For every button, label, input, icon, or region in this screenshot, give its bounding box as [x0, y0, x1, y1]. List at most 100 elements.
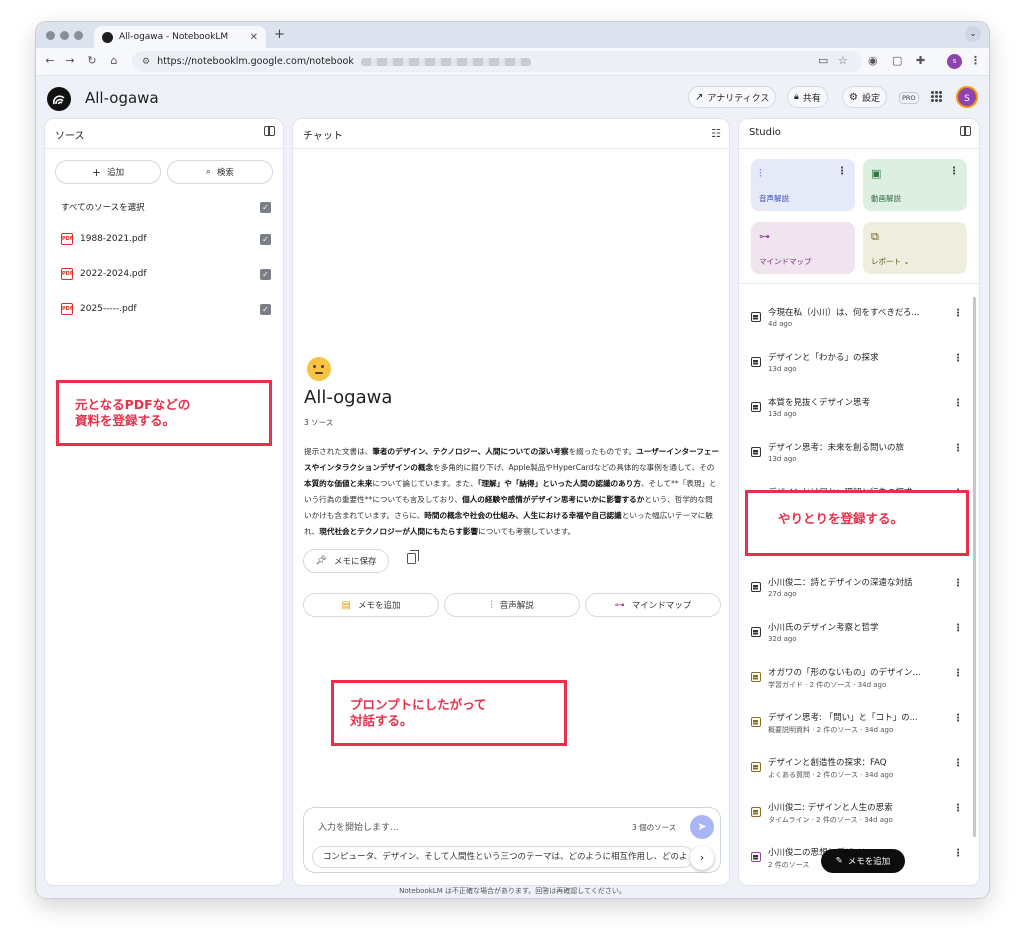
- more-vert-icon[interactable]: ⋮: [953, 623, 963, 634]
- source-checkbox[interactable]: ✓: [260, 268, 271, 280]
- suggested-question-chip[interactable]: コンピュータ、デザイン、そして人間性という三つのテーマは、どのように相互作用し、…: [312, 846, 694, 868]
- forward-icon[interactable]: →: [62, 54, 78, 67]
- note-icon: [751, 627, 761, 637]
- back-icon[interactable]: ←: [42, 54, 58, 67]
- reading-list-icon[interactable]: ▢: [892, 54, 902, 67]
- chat-input-placeholder[interactable]: 入力を開始します...: [318, 820, 399, 833]
- studio-note-item[interactable]: 小川氏のデザイン考察と哲学 32d ago ⋮: [751, 621, 963, 651]
- studio-note-item[interactable]: オガワの「形のないもの」のデザイン... 学習ガイド · 2 件のソース · 34…: [751, 666, 963, 696]
- note-title: 小川俊二：詩とデザインの深遠な対話: [768, 578, 913, 588]
- settings-button[interactable]: ⚙ 設定: [842, 86, 887, 108]
- add-source-label: 追加: [107, 168, 125, 178]
- install-app-icon[interactable]: ▭: [818, 54, 828, 67]
- google-apps-icon[interactable]: [931, 91, 942, 102]
- studio-note-item[interactable]: デザインと「わかる」の探求 13d ago ⋮: [751, 351, 963, 381]
- studio-note-item[interactable]: 小川俊二：詩とデザインの深遠な対話 27d ago ⋮: [751, 576, 963, 606]
- summary-bold: 「理解」や「納得」といった人間の認識のあり方: [477, 479, 641, 488]
- address-bar[interactable]: ⚙ https://notebooklm.google.com/notebook: [132, 51, 862, 72]
- chevron-down-icon[interactable]: ⌄: [903, 257, 909, 266]
- studio-note-item[interactable]: デザインと創造性の探求：FAQ よくある質問 · 2 件のソース · 34d ag…: [751, 756, 963, 786]
- source-checkbox[interactable]: ✓: [260, 233, 271, 245]
- extension-icon[interactable]: ◉: [868, 54, 878, 67]
- chevron-right-icon[interactable]: ›: [690, 846, 714, 870]
- source-item[interactable]: PDF 2025-----.pdf ✓: [61, 301, 271, 317]
- more-vert-icon[interactable]: ⋮: [953, 308, 963, 319]
- pdf-icon: PDF: [61, 233, 73, 245]
- chat-panel: チャット ☷ All-ogawa 3 ソース 提示された文書は、筆者のデザイン、…: [292, 118, 730, 886]
- tab-close-icon[interactable]: ✕: [250, 32, 258, 43]
- add-source-button[interactable]: + 追加: [55, 160, 161, 184]
- studio-note-item[interactable]: 小川俊二: デザインと人生の思索 タイムライン · 2 件のソース · 34d a…: [751, 801, 963, 831]
- more-vert-icon[interactable]: ⋮: [837, 166, 847, 177]
- pdf-icon: PDF: [61, 268, 73, 280]
- source-item[interactable]: PDF 2022-2024.pdf ✓: [61, 266, 271, 282]
- home-icon[interactable]: ⌂: [106, 54, 122, 67]
- pdf-icon: PDF: [61, 303, 73, 315]
- audio-overview-tile[interactable]: ⫶ ⋮ 音声解説: [751, 159, 855, 211]
- search-source-button[interactable]: ⌕ 検索: [167, 160, 273, 184]
- add-memo-button[interactable]: ✎ メモを追加: [821, 849, 905, 873]
- tile-label-text: レポート: [871, 257, 901, 266]
- add-memo-chip[interactable]: ▤ メモを追加: [303, 593, 439, 617]
- close-window-dot[interactable]: [46, 31, 55, 40]
- tab-search-chevron-icon[interactable]: ⌄: [965, 26, 981, 42]
- minimize-window-dot[interactable]: [60, 31, 69, 40]
- more-vert-icon[interactable]: ⋮: [953, 668, 963, 679]
- studio-note-item[interactable]: デザイン思考: 「問い」と「コト」の... 概要説明資料 · 2 件のソース · …: [751, 711, 963, 741]
- chat-input-box[interactable]: 入力を開始します... 3 個のソース ➤ コンピュータ、デザイン、そして人間性…: [303, 807, 721, 873]
- more-vert-icon[interactable]: ⋮: [953, 353, 963, 364]
- lock-icon: 🔒︎: [794, 92, 799, 102]
- mindmap-chip[interactable]: ⊶ マインドマップ: [585, 593, 721, 617]
- chat-input-source-count: 3 個のソース: [632, 823, 677, 832]
- more-vert-icon[interactable]: ⋮: [953, 848, 963, 859]
- more-vert-icon[interactable]: ⋮: [953, 803, 963, 814]
- browser-menu-icon[interactable]: ⋮: [970, 54, 981, 67]
- studio-annotation-callout: やりとりを登録する。: [745, 490, 969, 556]
- more-vert-icon[interactable]: ⋮: [953, 443, 963, 454]
- note-meta: 13d ago: [768, 410, 797, 418]
- collapse-panel-icon[interactable]: [960, 126, 971, 136]
- summary-text: について論じています。また、: [372, 479, 478, 488]
- browser-profile-avatar[interactable]: s: [947, 54, 962, 69]
- notebooklm-logo-icon[interactable]: [47, 87, 71, 111]
- audio-overview-chip[interactable]: ⫶ 音声解説: [444, 593, 580, 617]
- collapse-panel-icon[interactable]: [264, 126, 275, 136]
- note-title: デザインと創造性の探求：FAQ: [768, 758, 887, 768]
- video-overview-tile[interactable]: ▣ ⋮ 動画解説: [863, 159, 967, 211]
- select-all-checkbox[interactable]: ✓: [260, 201, 271, 213]
- source-checkbox[interactable]: ✓: [260, 303, 271, 315]
- pin-icon: 📌︎: [315, 556, 327, 566]
- more-vert-icon[interactable]: ⋮: [953, 713, 963, 724]
- share-button[interactable]: 🔒︎ 共有: [787, 86, 828, 108]
- send-icon[interactable]: ➤: [690, 815, 714, 839]
- mindmap-tile[interactable]: ⊶ マインドマップ: [751, 222, 855, 274]
- studio-note-item[interactable]: 本質を見抜くデザイン思考 13d ago ⋮: [751, 396, 963, 426]
- tile-label: マインドマップ: [759, 257, 812, 266]
- more-vert-icon[interactable]: ⋮: [953, 758, 963, 769]
- mindmap-icon: ⊶: [614, 599, 625, 611]
- extensions-puzzle-icon[interactable]: ✚: [916, 54, 925, 67]
- report-tile[interactable]: ⧉ レポート ⌄: [863, 222, 967, 274]
- studio-note-item[interactable]: 今現在私（小川）は、何をすべきだろ... 4d ago ⋮: [751, 306, 963, 336]
- more-vert-icon[interactable]: ⋮: [949, 166, 959, 177]
- select-all-row[interactable]: すべてのソースを選択 ✓: [61, 199, 271, 215]
- studio-note-item[interactable]: デザイン思考：未来を創る問いの旅 13d ago ⋮: [751, 441, 963, 471]
- site-settings-icon[interactable]: ⚙: [142, 57, 150, 67]
- notes-scrollbar[interactable]: [973, 297, 976, 837]
- new-tab-icon[interactable]: +: [274, 27, 285, 42]
- analytics-button[interactable]: ↗ アナリティクス: [688, 86, 777, 108]
- tune-icon[interactable]: ☷: [711, 127, 721, 140]
- maximize-window-dot[interactable]: [74, 31, 83, 40]
- account-avatar[interactable]: S: [956, 86, 978, 108]
- reload-icon[interactable]: ↻: [84, 54, 100, 67]
- more-vert-icon[interactable]: ⋮: [953, 398, 963, 409]
- divider: [739, 148, 979, 149]
- browser-tab[interactable]: All-ogawa - NotebookLM ✕: [94, 26, 266, 48]
- copy-icon[interactable]: [407, 550, 419, 564]
- more-vert-icon[interactable]: ⋮: [953, 578, 963, 589]
- save-to-memo-button[interactable]: 📌︎ メモに保存: [303, 549, 389, 573]
- bookmark-star-icon[interactable]: ☆: [838, 54, 848, 67]
- source-item[interactable]: PDF 1988-2021.pdf ✓: [61, 231, 271, 247]
- notebook-title[interactable]: All-ogawa: [85, 89, 159, 107]
- study-guide-icon: [751, 762, 761, 772]
